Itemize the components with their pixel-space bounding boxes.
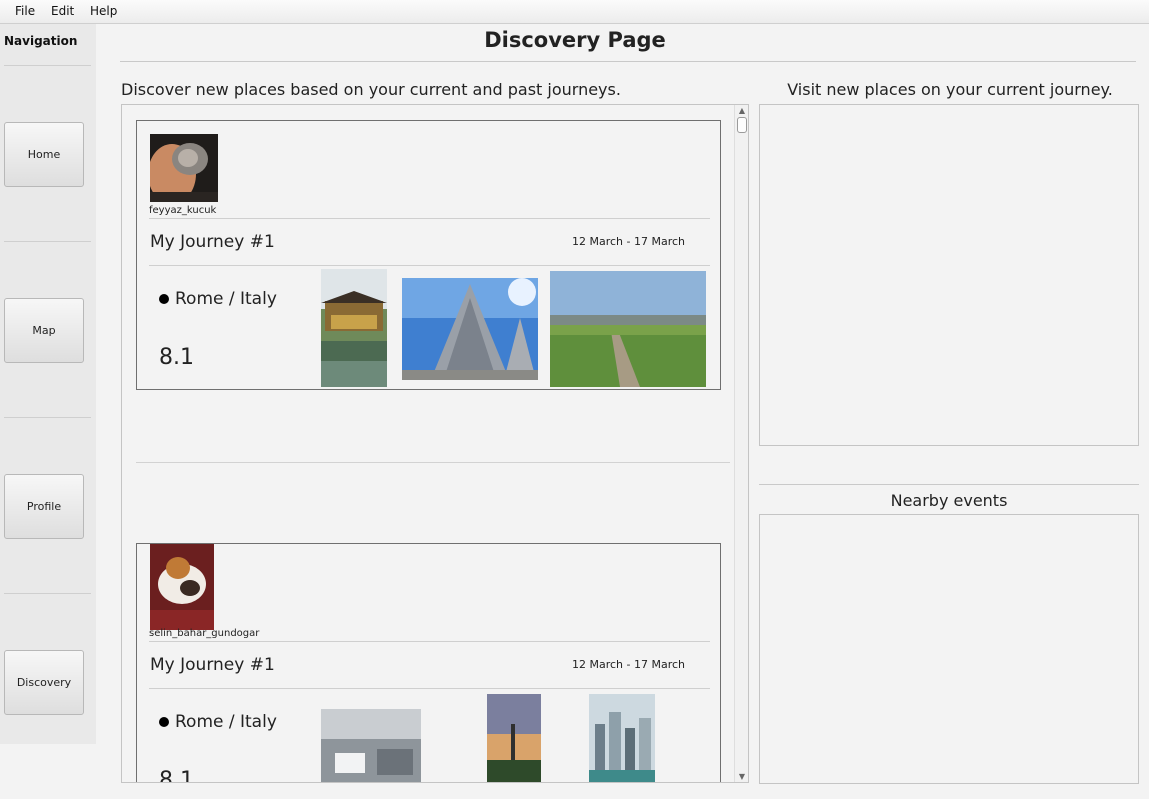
location-label: Rome / Italy <box>175 289 277 309</box>
discovery-button[interactable]: Discovery <box>4 650 84 715</box>
temple-spire-photo[interactable] <box>402 278 538 380</box>
home-button[interactable]: Home <box>4 122 84 187</box>
card-divider <box>149 641 710 642</box>
card-divider <box>149 218 710 219</box>
card-divider <box>149 265 710 266</box>
temple-pavilion-photo[interactable] <box>321 269 387 387</box>
bullet-icon <box>159 294 169 304</box>
nav-divider <box>4 593 91 594</box>
card-separator <box>136 462 730 463</box>
menu-bar: File Edit Help <box>0 0 1149 24</box>
scroll-thumb[interactable] <box>737 117 747 133</box>
journey-feed[interactable]: feyyaz_kucuk My Journey #1 12 March - 17… <box>121 104 749 783</box>
discover-heading: Discover new places based on your curren… <box>121 80 621 99</box>
user-avatar[interactable] <box>150 544 214 630</box>
scroll-down-icon[interactable]: ▼ <box>735 772 748 781</box>
journey-score: 8.1 <box>159 345 194 370</box>
menu-file[interactable]: File <box>15 4 35 18</box>
journey-card[interactable]: selin_bahar_gundogar My Journey #1 12 Ma… <box>136 543 721 783</box>
journey-score: 8.1 <box>159 768 194 783</box>
nav-divider <box>4 417 91 418</box>
nav-divider <box>4 241 91 242</box>
menu-edit[interactable]: Edit <box>51 4 74 18</box>
scroll-up-icon[interactable]: ▲ <box>735 106 748 115</box>
snowy-city-photo[interactable] <box>321 709 421 783</box>
navigation-sidebar: Navigation Home Map Profile Discovery <box>0 24 96 744</box>
card-divider <box>149 688 710 689</box>
journey-title[interactable]: My Journey #1 <box>150 232 275 252</box>
journey-title[interactable]: My Journey #1 <box>150 655 275 675</box>
user-avatar[interactable] <box>150 134 218 202</box>
sunset-tower-photo[interactable] <box>487 694 541 783</box>
navigation-title: Navigation <box>4 34 78 48</box>
marina-skyline-photo[interactable] <box>589 694 655 783</box>
journey-location: Rome / Italy <box>159 289 277 309</box>
map-button[interactable]: Map <box>4 298 84 363</box>
panel-divider <box>759 484 1139 485</box>
page-title: Discovery Page <box>484 28 666 52</box>
bullet-icon <box>159 717 169 727</box>
vertical-scrollbar[interactable]: ▲ ▼ <box>734 105 748 782</box>
countryside-path-photo[interactable] <box>550 271 706 387</box>
menu-help[interactable]: Help <box>90 4 117 18</box>
profile-button[interactable]: Profile <box>4 474 84 539</box>
nearby-events-panel <box>759 514 1139 784</box>
journey-location: Rome / Italy <box>159 712 277 732</box>
nav-divider <box>4 65 91 66</box>
journey-dates: 12 March - 17 March <box>572 658 686 671</box>
journey-card[interactable]: feyyaz_kucuk My Journey #1 12 March - 17… <box>136 120 721 390</box>
nearby-places-panel <box>759 104 1139 446</box>
journey-dates: 12 March - 17 March <box>572 235 686 248</box>
username[interactable]: feyyaz_kucuk <box>149 205 216 216</box>
title-divider <box>120 61 1136 62</box>
username[interactable]: selin_bahar_gundogar <box>149 628 259 639</box>
nearby-events-heading: Nearby events <box>890 491 1008 510</box>
visit-heading: Visit new places on your current journey… <box>787 80 1113 99</box>
location-label: Rome / Italy <box>175 712 277 732</box>
